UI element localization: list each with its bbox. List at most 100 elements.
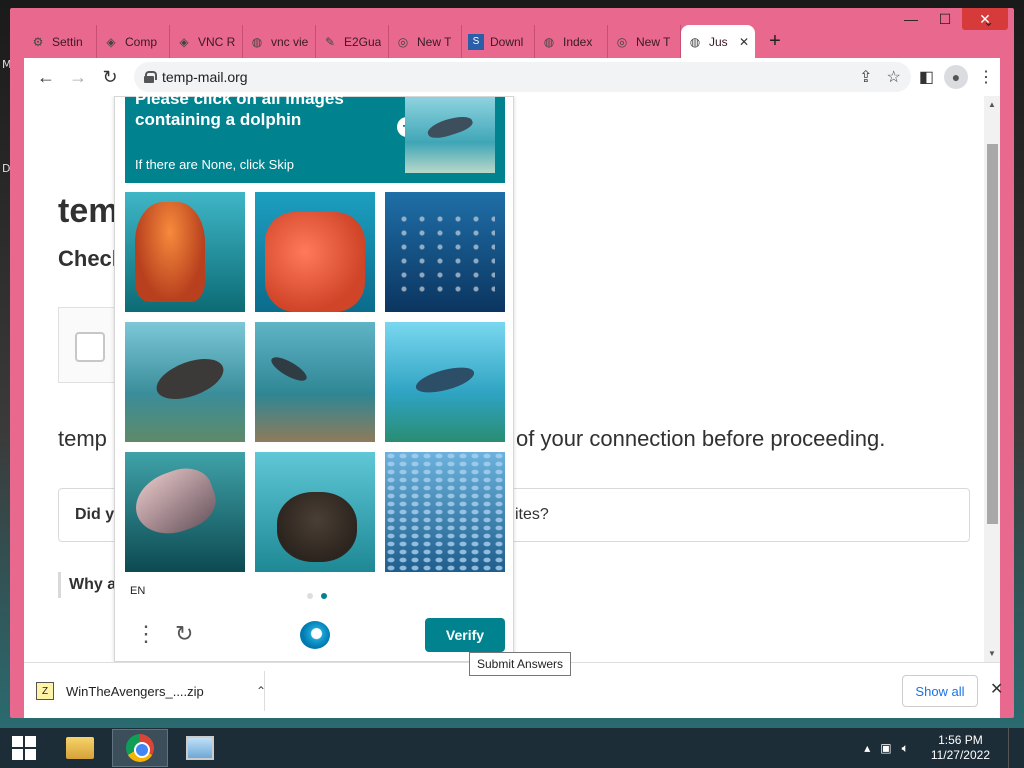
page-dot-1	[307, 593, 313, 599]
seal-shape	[151, 351, 229, 407]
challenge-image-8[interactable]	[255, 452, 375, 572]
fish-school-shape	[395, 212, 495, 292]
download-file-name: WinTheAvengers_....zip	[66, 683, 204, 699]
tab-vnc-viewer[interactable]: ◍ vnc vie	[243, 25, 316, 58]
network-icon[interactable]: ▣	[880, 741, 891, 755]
prompt-hint: If there are None, click Skip	[135, 157, 294, 172]
challenge-image-5[interactable]	[255, 322, 375, 442]
show-hidden-icons-icon[interactable]: ▴	[864, 741, 870, 755]
show-desktop-button[interactable]	[1008, 728, 1014, 768]
forward-button[interactable]: →	[62, 61, 94, 93]
taskbar-file-explorer[interactable]	[52, 729, 108, 767]
scroll-down-icon[interactable]: ▼	[988, 649, 996, 658]
image-grid	[125, 192, 505, 572]
browser-toolbar: ← → ↻ temp-mail.org ⇪ ☆ ◧ ● ⋮	[24, 58, 1000, 96]
scroll-thumb[interactable]	[987, 144, 998, 524]
clock-time: 1:56 PM	[938, 733, 983, 747]
download-item[interactable]: Z WinTheAvengers_....zip ⌃	[36, 673, 266, 709]
dolphin-shape	[127, 460, 223, 544]
omnibox-actions: ⇪ ☆	[859, 67, 901, 87]
tab-e2guardian[interactable]: ✎ E2Gua	[316, 25, 389, 58]
otter-shape	[277, 492, 357, 562]
verify-button[interactable]: Verify	[425, 618, 505, 652]
verify-checkbox[interactable]	[75, 332, 105, 362]
page-viewport: tem Checl temp of your connection before…	[24, 96, 1000, 662]
tab-downloads[interactable]: S Downl	[462, 25, 535, 58]
start-button[interactable]	[0, 728, 48, 768]
prompt-line-2: containing a dolphin	[135, 110, 302, 129]
volume-icon[interactable]: 🔈︎	[902, 741, 909, 756]
tab-new-tab[interactable]: ◎ New T	[389, 25, 462, 58]
tab-comp[interactable]: ◈ Comp	[97, 25, 170, 58]
challenge-image-6[interactable]	[385, 322, 505, 442]
share-icon[interactable]: ⇪	[859, 67, 872, 87]
example-image[interactable]	[405, 97, 495, 173]
clock-date: 11/27/2022	[930, 748, 990, 762]
prompt-line-1: Please click on all images	[135, 96, 344, 108]
show-all-button[interactable]: Show all	[902, 675, 978, 707]
challenge-image-3[interactable]	[385, 192, 505, 312]
chrome-icon: ◎	[616, 34, 628, 49]
page-title: tem	[58, 192, 119, 230]
page-indicator	[307, 593, 327, 599]
folder-icon	[66, 737, 94, 759]
scroll-up-icon[interactable]: ▲	[988, 100, 996, 109]
gear-icon: ⚙	[32, 34, 44, 49]
url-text[interactable]: temp-mail.org	[162, 69, 248, 85]
fish-school-shape	[385, 452, 505, 572]
profile-avatar[interactable]: ●	[944, 65, 968, 89]
dolphin-shape	[425, 112, 475, 142]
download-site-icon: S	[468, 33, 484, 50]
menu-kebab-icon[interactable]: ⋮	[978, 67, 994, 87]
address-bar[interactable]: temp-mail.org ⇪ ☆	[134, 62, 911, 92]
chrome-icon: ◎	[397, 34, 409, 49]
bookmark-star-icon[interactable]: ☆	[887, 67, 901, 87]
tab-active[interactable]: ◍ Jus ✕	[681, 25, 755, 58]
side-panel-icon[interactable]: ◧	[919, 67, 934, 87]
challenge-image-9[interactable]	[385, 452, 505, 572]
menu-icon[interactable]: ⋮	[135, 621, 157, 647]
language-selector[interactable]: EN	[130, 585, 145, 597]
hcaptcha-logo-icon[interactable]	[300, 621, 330, 649]
tab-search-chevron-icon[interactable]: ⌄	[983, 14, 994, 30]
tab-index[interactable]: ◍ Index	[535, 25, 608, 58]
body-text: temp of your connection before proceedin…	[58, 426, 885, 452]
system-tray: ▴ ▣ 🔈︎ 1:56 PM 11/27/2022	[864, 728, 1024, 768]
close-tab-icon[interactable]: ✕	[739, 35, 749, 49]
lock-icon[interactable]	[144, 71, 157, 83]
tab-settings[interactable]: ⚙ Settin	[24, 25, 97, 58]
page-scrollbar[interactable]: ▲ ▼	[984, 96, 1000, 662]
close-shelf-icon[interactable]: ✕	[990, 679, 1003, 699]
tab-strip: ⚙ Settin ◈ Comp ◈ VNC R ◍ vnc vie ✎ E2Gua ◎ Ne…	[24, 25, 1014, 58]
zip-file-icon: Z	[36, 682, 54, 700]
tab-vnc[interactable]: ◈ VNC R	[170, 25, 243, 58]
new-tab-button[interactable]: +	[755, 25, 795, 58]
monitor-icon	[186, 736, 214, 760]
faq-question-right: ites?	[515, 506, 549, 523]
verify-tooltip: Submit Answers	[469, 652, 572, 676]
globe-icon: ◍	[689, 34, 701, 49]
browser-window: — ☐ ✕ ⚙ Settin ◈ Comp ◈ VNC R ◍ vnc vie ✎ E2G…	[10, 8, 1014, 718]
challenge-image-2[interactable]	[255, 192, 375, 312]
challenge-image-1[interactable]	[125, 192, 245, 312]
taskbar-chrome[interactable]	[112, 729, 168, 767]
challenge-image-4[interactable]	[125, 322, 245, 442]
challenge-image-7[interactable]	[125, 452, 245, 572]
taskbar-remote-desktop[interactable]	[172, 729, 228, 767]
body-text-right: of your connection before proceeding.	[516, 426, 886, 451]
globe-icon: ◍	[251, 34, 263, 49]
globe-icon: ◍	[543, 34, 555, 49]
page-dot-2	[321, 593, 327, 599]
body-text-left: temp	[58, 426, 107, 451]
back-button[interactable]: ←	[30, 61, 62, 93]
faq-item-2[interactable]: Why a	[58, 572, 116, 598]
clock[interactable]: 1:56 PM 11/27/2022	[931, 733, 990, 763]
reload-button[interactable]: ↻	[94, 61, 126, 93]
dolphin-shape	[268, 352, 310, 386]
divider	[264, 671, 265, 711]
tab-new-tab-2[interactable]: ◎ New T	[608, 25, 681, 58]
jellyfish-shape	[135, 202, 205, 302]
cube-icon: ◈	[179, 34, 189, 49]
hcaptcha-challenge: Please click on all images containing a …	[114, 96, 514, 662]
refresh-icon[interactable]: ↻	[175, 621, 193, 647]
